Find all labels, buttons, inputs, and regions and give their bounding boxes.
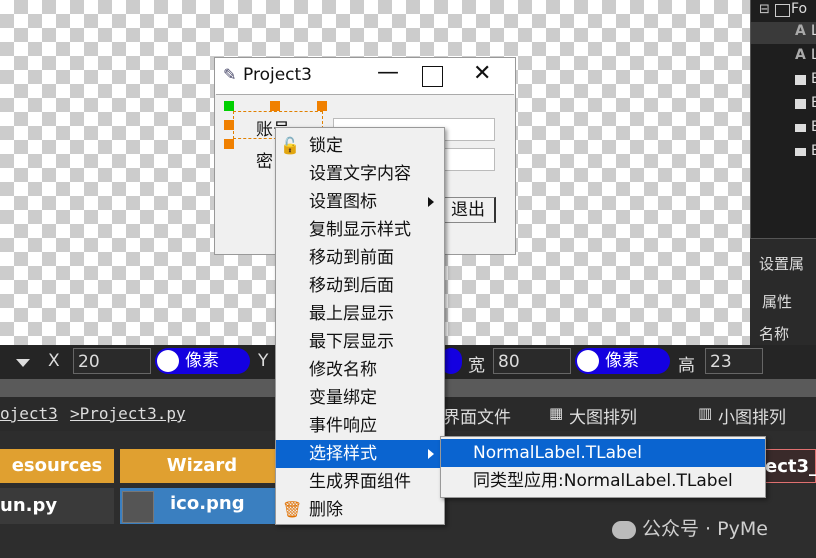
resize-handle[interactable]	[224, 139, 234, 149]
submenu-arrow-icon	[428, 197, 434, 207]
menu-item-top-layer[interactable]: 最上层显示	[276, 300, 444, 328]
tree-item-label[interactable]: A L	[751, 46, 816, 68]
menu-item-rename[interactable]: 修改名称	[276, 356, 444, 384]
width-input[interactable]: 80	[493, 348, 571, 374]
submenu-arrow-icon	[428, 449, 434, 459]
password-label[interactable]: 密	[256, 147, 273, 172]
watermark: 公众号 · PyMe	[612, 514, 768, 541]
window-title: Project3	[243, 65, 312, 85]
tree-item-entry[interactable]: E	[751, 94, 816, 116]
prop-name: 名称	[759, 325, 790, 343]
label-icon: A	[795, 23, 806, 39]
submenu-item-style[interactable]: NormalLabel.TLabel	[441, 439, 765, 467]
tree-root[interactable]: ⊟ Fo	[751, 0, 816, 22]
collapse-icon[interactable]: ⊟	[759, 2, 770, 17]
form-icon	[775, 4, 790, 17]
exit-button[interactable]: 退出	[441, 197, 496, 223]
menu-item-lock[interactable]: 🔓 锁定	[276, 132, 444, 160]
submenu-item-apply-same[interactable]: 同类型应用:NormalLabel.TLabel	[441, 467, 765, 495]
menu-item-copy-style[interactable]: 复制显示样式	[276, 216, 444, 244]
lock-icon: 🔓	[280, 136, 300, 155]
ui-file-button[interactable]: 界面文件	[443, 403, 511, 428]
wizard-tab[interactable]: Wizard	[120, 449, 284, 483]
menu-item-generate[interactable]: 生成界面组件	[276, 468, 444, 496]
project-link[interactable]: oject3	[0, 404, 58, 423]
dropdown-icon[interactable]	[16, 359, 30, 367]
height-input[interactable]: 23	[705, 348, 763, 374]
menu-item-bottom-layer[interactable]: 最下层显示	[276, 328, 444, 356]
menu-item-events[interactable]: 事件响应	[276, 412, 444, 440]
feather-icon: ✎	[223, 65, 237, 84]
tree-item-button[interactable]: B	[751, 142, 816, 164]
menu-item-set-icon[interactable]: 设置图标	[276, 188, 444, 216]
x-unit-toggle[interactable]: 像素	[155, 348, 250, 374]
resize-handle[interactable]	[270, 101, 280, 111]
trash-icon: 🗑	[282, 500, 303, 519]
file-link[interactable]: >Project3.py	[70, 404, 186, 423]
context-menu[interactable]: 🔓 锁定 设置文字内容 设置图标 复制显示样式 移动到前面 移动到后面 最上层显示…	[275, 127, 445, 525]
minimize-button[interactable]: —	[377, 60, 399, 85]
width-label: 宽	[468, 356, 485, 376]
file-item[interactable]: un.py	[0, 488, 114, 524]
resize-handle[interactable]	[317, 101, 327, 111]
attr-header: 属性	[762, 293, 793, 311]
entry-icon	[795, 99, 806, 109]
window-titlebar[interactable]: ✎ Project3 — ✕	[215, 58, 515, 94]
file-item[interactable]: ico.png	[120, 488, 276, 524]
resize-handle[interactable]	[224, 120, 234, 130]
tree-item-label[interactable]: A L	[751, 22, 816, 44]
button-icon	[795, 148, 806, 156]
menu-item-delete[interactable]: 🗑 删除	[276, 496, 444, 524]
maximize-button[interactable]	[422, 66, 443, 87]
button-icon	[795, 124, 806, 132]
label-icon: A	[795, 47, 806, 63]
tree-item-entry[interactable]: E	[751, 70, 816, 92]
x-input[interactable]: 20	[73, 348, 151, 374]
large-view-button[interactable]: 大图排列	[569, 403, 637, 428]
close-button[interactable]: ✕	[473, 61, 491, 86]
image-icon	[122, 491, 154, 523]
height-label: 高	[678, 356, 695, 376]
menu-item-set-text[interactable]: 设置文字内容	[276, 160, 444, 188]
grid-small-icon: ▥	[698, 404, 713, 422]
y-label: Y	[258, 351, 269, 371]
resources-tab[interactable]: esources	[0, 449, 114, 483]
project-tab[interactable]: ect3_s	[762, 449, 816, 483]
entry-icon	[795, 75, 806, 85]
style-submenu[interactable]: NormalLabel.TLabel 同类型应用:NormalLabel.TLa…	[440, 436, 766, 498]
menu-item-move-back[interactable]: 移动到后面	[276, 272, 444, 300]
properties-title: 设置属	[759, 255, 805, 273]
width-unit-toggle[interactable]: 像素	[575, 348, 670, 374]
small-view-button[interactable]: 小图排列	[718, 403, 786, 428]
menu-item-bind-var[interactable]: 变量绑定	[276, 384, 444, 412]
properties-panel: 设置属 属性 名称	[750, 238, 816, 346]
tree-item-button[interactable]: B	[751, 118, 816, 140]
menu-item-move-front[interactable]: 移动到前面	[276, 244, 444, 272]
wechat-icon	[612, 520, 636, 539]
grid-large-icon: ▦	[549, 404, 564, 422]
resize-handle[interactable]	[224, 101, 234, 111]
menu-item-select-style[interactable]: 选择样式	[276, 440, 444, 468]
x-label: X	[48, 351, 60, 371]
